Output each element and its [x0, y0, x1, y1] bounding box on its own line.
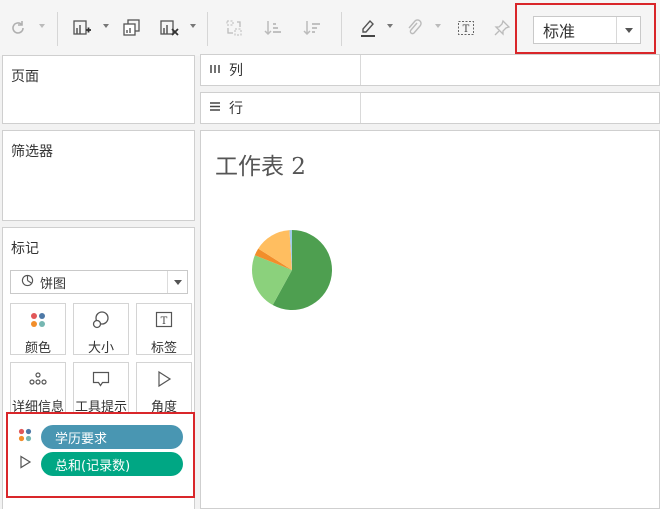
clear-sheet-dropdown-icon[interactable]: [190, 24, 196, 28]
marks-title: 标记: [11, 241, 39, 257]
color-pill-row[interactable]: 学历要求: [17, 425, 187, 449]
size-card-label: 大小: [87, 341, 114, 356]
mark-type-value: 饼图: [40, 276, 67, 292]
filters-title: 筛选器: [11, 144, 53, 160]
highlight-icon[interactable]: [356, 16, 380, 40]
chevron-down-icon[interactable]: [167, 271, 187, 293]
view-size-select[interactable]: 标准: [533, 16, 641, 44]
attach-dropdown-icon[interactable]: [435, 24, 441, 28]
pie-chart: [252, 230, 333, 310]
show-mark-labels-icon[interactable]: T: [454, 16, 478, 40]
tooltip-icon: [91, 369, 111, 393]
columns-icon: [209, 62, 221, 78]
refresh-icon[interactable]: [6, 16, 30, 40]
color-card[interactable]: 颜色: [10, 303, 66, 356]
columns-label: 列: [229, 63, 243, 79]
new-worksheet-icon[interactable]: [70, 16, 94, 40]
detail-card-label: 详细信息: [11, 400, 64, 415]
color-card-label: 颜色: [24, 341, 51, 356]
new-worksheet-dropdown-icon[interactable]: [103, 24, 109, 28]
pages-title: 页面: [11, 69, 39, 85]
size-card[interactable]: 大小: [73, 303, 129, 356]
size-icon: [91, 310, 111, 334]
svg-text:T: T: [161, 316, 168, 327]
tooltip-card-label: 工具提示: [74, 400, 127, 415]
toolbar: T 标准: [0, 0, 660, 56]
view-size-value: 标准: [543, 22, 576, 41]
angle-card-label: 角度: [150, 400, 177, 415]
angle-pill-row[interactable]: 总和(记录数): [17, 452, 187, 476]
sort-ascending-icon[interactable]: [261, 16, 285, 40]
swap-rows-columns-icon[interactable]: [222, 16, 246, 40]
columns-shelf[interactable]: 列: [200, 54, 660, 86]
color-icon: [28, 310, 48, 334]
attach-icon[interactable]: [402, 16, 426, 40]
rows-icon: [209, 100, 221, 116]
svg-text:T: T: [463, 24, 470, 35]
worksheet-view: 工作表 2: [200, 130, 660, 509]
highlight-dropdown-icon[interactable]: [387, 24, 393, 28]
color-encoding-icon: [17, 427, 33, 447]
filters-panel[interactable]: 筛选器: [2, 130, 195, 221]
clear-sheet-icon[interactable]: [157, 16, 181, 40]
field-pill-record-count[interactable]: 总和(记录数): [41, 452, 183, 476]
marks-panel: 标记 饼图 颜色 大小 T 标签 详细信息 工具提示 角度 学历要求 总和(记录…: [2, 227, 195, 509]
label-card[interactable]: T 标签: [136, 303, 192, 356]
sort-descending-icon[interactable]: [300, 16, 324, 40]
toolbar-divider: [207, 12, 208, 46]
toolbar-divider: [57, 12, 58, 46]
duplicate-sheet-icon[interactable]: [120, 16, 144, 40]
pages-panel[interactable]: 页面: [2, 55, 195, 124]
angle-icon: [154, 369, 174, 393]
toolbar-divider: [341, 12, 342, 46]
rows-label: 行: [229, 101, 243, 117]
angle-card[interactable]: 角度: [136, 362, 192, 415]
field-pill-education[interactable]: 学历要求: [41, 425, 183, 449]
label-icon: T: [154, 310, 174, 334]
angle-encoding-icon: [17, 454, 33, 474]
pie-chart-icon: [21, 274, 34, 291]
rows-shelf[interactable]: 行: [200, 92, 660, 124]
columns-shelf-label: 列: [201, 55, 361, 85]
chevron-down-icon[interactable]: [616, 17, 640, 43]
pin-icon[interactable]: [490, 16, 514, 40]
label-card-label: 标签: [150, 341, 177, 356]
tooltip-card[interactable]: 工具提示: [73, 362, 129, 415]
rows-shelf-label: 行: [201, 93, 361, 123]
detail-card[interactable]: 详细信息: [10, 362, 66, 415]
refresh-dropdown-icon[interactable]: [39, 24, 45, 28]
mark-type-select[interactable]: 饼图: [10, 270, 188, 294]
detail-icon: [28, 369, 48, 393]
